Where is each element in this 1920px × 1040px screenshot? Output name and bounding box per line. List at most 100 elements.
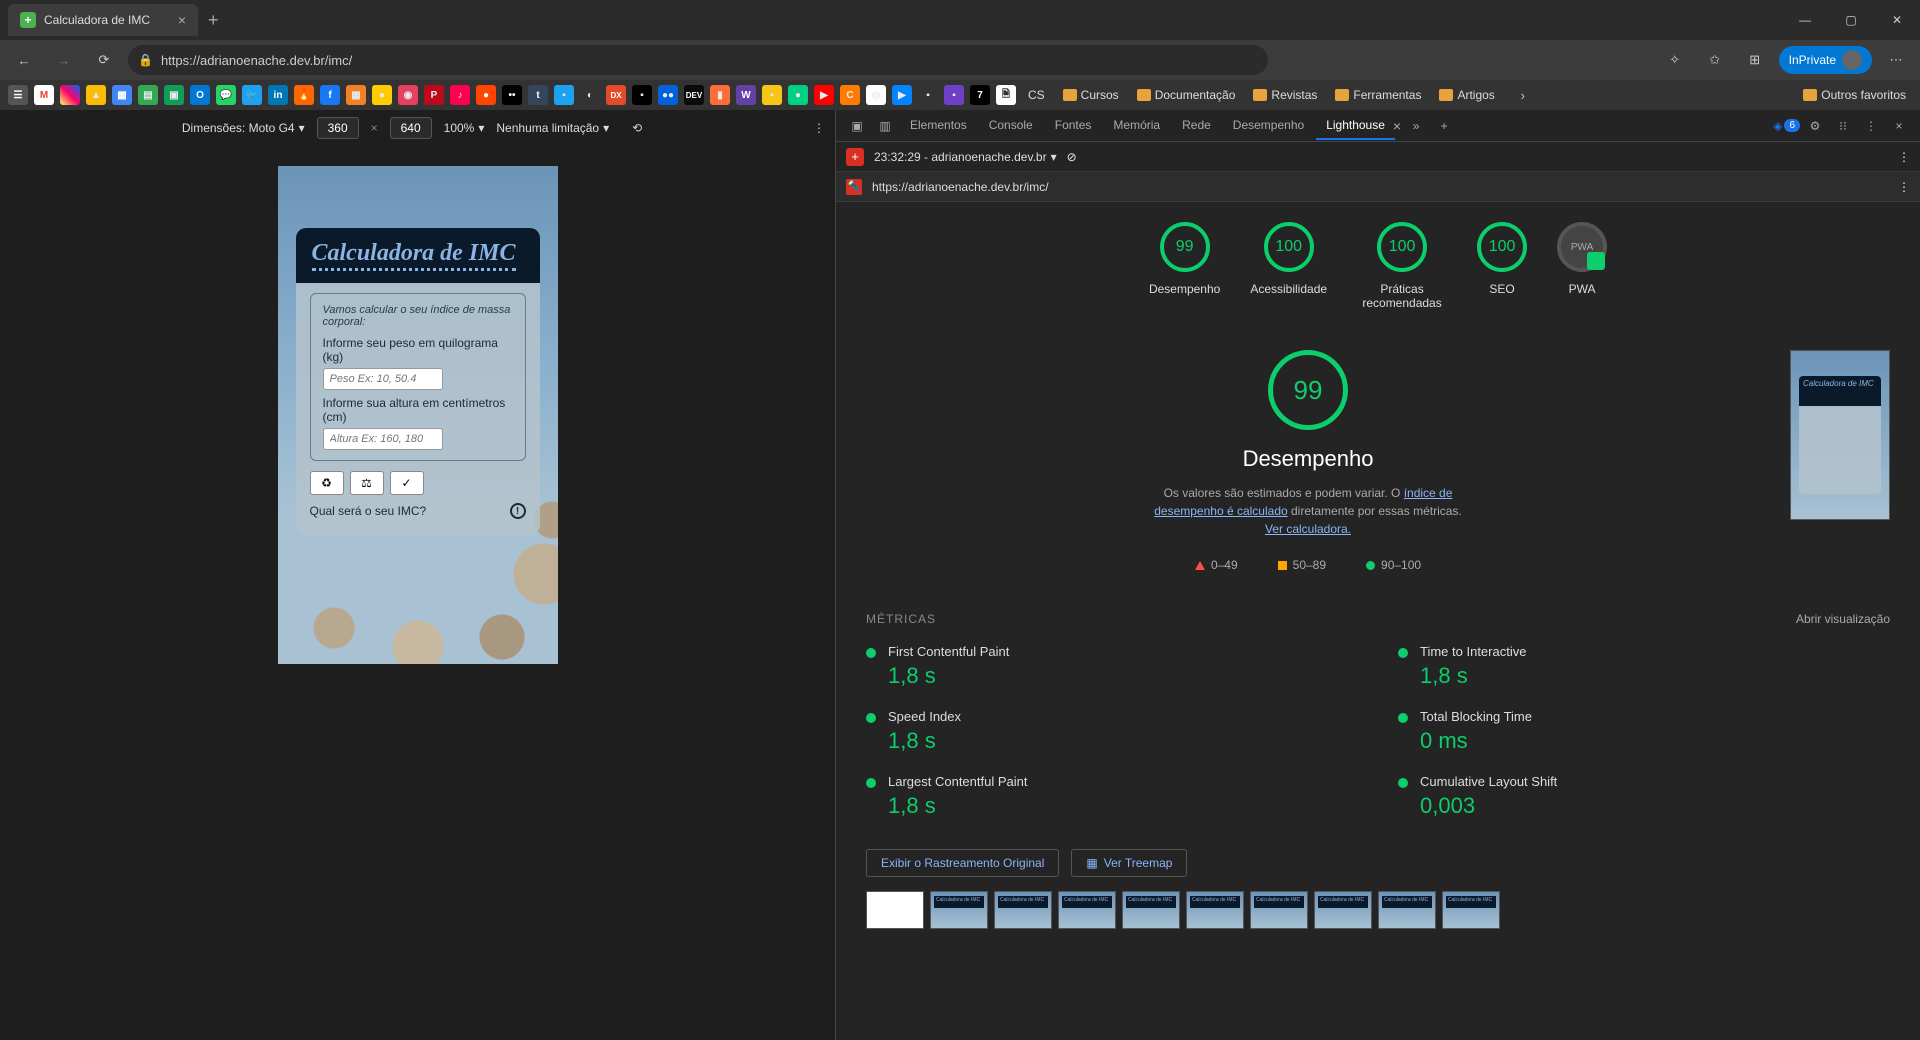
bookmark-icon[interactable]: ▶ [892, 85, 912, 105]
new-audit-button[interactable]: + [846, 148, 864, 166]
tab-fontes[interactable]: Fontes [1045, 112, 1102, 140]
bookmark-sheets-icon[interactable]: ▤ [138, 85, 158, 105]
tab-elementos[interactable]: Elementos [900, 112, 977, 140]
rotate-icon[interactable]: ⟲ [621, 112, 653, 144]
gauge-pwa[interactable]: PWA PWA [1557, 222, 1607, 310]
issues-badge[interactable]: ◈6 [1773, 119, 1800, 133]
height-input[interactable] [323, 428, 443, 450]
tab-close-icon[interactable]: × [178, 12, 186, 28]
inspect-element-icon[interactable]: ▣ [844, 113, 870, 139]
other-bookmarks-folder[interactable]: Outros favoritos [1797, 86, 1912, 104]
bookmark-reddit-icon[interactable]: ● [476, 85, 496, 105]
new-tab-icon[interactable]: + [1431, 113, 1457, 139]
bookmark-icon[interactable]: ♪ [450, 85, 470, 105]
filmstrip-frame[interactable]: Calculadora de IMC [1058, 891, 1116, 929]
tab-console[interactable]: Console [979, 112, 1043, 140]
tab-close-icon[interactable]: × [1393, 118, 1401, 134]
reset-button[interactable]: ♻ [310, 471, 344, 495]
bookmark-icon[interactable] [60, 85, 80, 105]
info-icon[interactable]: ! [510, 503, 526, 519]
lighthouse-menu-icon[interactable]: ⋮ [1898, 150, 1910, 164]
tab-memoria[interactable]: Memória [1103, 112, 1170, 140]
bookmark-icon[interactable]: ▪ [554, 85, 574, 105]
filmstrip-frame[interactable]: Calculadora de IMC [1442, 891, 1500, 929]
bookmark-folder[interactable]: Cursos [1057, 86, 1125, 104]
device-height-input[interactable] [390, 117, 432, 139]
bookmark-icon[interactable]: C [840, 85, 860, 105]
gauge-seo[interactable]: 100 SEO [1477, 222, 1527, 310]
bookmark-icon[interactable]: ▪ [632, 85, 652, 105]
more-tabs-icon[interactable]: » [1403, 113, 1429, 139]
bookmark-instagram-icon[interactable]: ◉ [398, 85, 418, 105]
bookmark-flickr-icon[interactable]: ●● [658, 85, 678, 105]
close-window-button[interactable]: ✕ [1874, 0, 1920, 40]
lighthouse-more-icon[interactable]: ⋮ [1898, 180, 1910, 194]
filmstrip-frame[interactable]: Calculadora de IMC [1378, 891, 1436, 929]
bookmark-folder[interactable]: Documentação [1131, 86, 1242, 104]
tab-lighthouse[interactable]: Lighthouse [1316, 112, 1395, 140]
submit-button[interactable]: ✓ [390, 471, 424, 495]
bookmark-dev-icon[interactable]: DEV [684, 85, 704, 105]
bookmark-folder[interactable]: Artigos [1433, 86, 1500, 104]
bookmark-github-icon[interactable]: ◐ [580, 85, 600, 105]
device-selector[interactable]: Dimensões: Moto G4 ▾ [182, 121, 305, 135]
bookmark-icon[interactable]: ▦ [346, 85, 366, 105]
bookmark-icon[interactable]: ▪ [944, 85, 964, 105]
tab-rede[interactable]: Rede [1172, 112, 1221, 140]
bookmark-icon[interactable]: •• [502, 85, 522, 105]
collections-icon[interactable]: ⊞ [1739, 44, 1771, 76]
bookmark-tumblr-icon[interactable]: t [528, 85, 548, 105]
bookmark-icon[interactable]: ● [372, 85, 392, 105]
bookmark-file-icon[interactable]: 🗎 [996, 85, 1016, 105]
settings-icon[interactable]: ⚙ [1802, 113, 1828, 139]
filmstrip-frame[interactable]: Calculadora de IMC [1122, 891, 1180, 929]
calculator-link[interactable]: Ver calculadora. [1265, 522, 1351, 536]
bookmark-pinterest-icon[interactable]: P [424, 85, 444, 105]
run-selector[interactable]: 23:32:29 - adrianoenache.dev.br ▾ [874, 150, 1057, 164]
address-bar[interactable]: 🔒 https://adrianoenache.dev.br/imc/ [128, 45, 1268, 75]
inprivate-badge[interactable]: InPrivate [1779, 46, 1872, 74]
bookmark-whatsapp-icon[interactable]: 💬 [216, 85, 236, 105]
filmstrip-frame[interactable]: Calculadora de IMC [994, 891, 1052, 929]
bookmark-folder[interactable]: Revistas [1247, 86, 1323, 104]
final-screenshot-thumb[interactable]: Calculadora de IMC [1790, 350, 1890, 520]
devtools-menu-icon[interactable]: ⋮ [1858, 113, 1884, 139]
zoom-selector[interactable]: 100% ▾ [444, 121, 485, 135]
device-width-input[interactable] [317, 117, 359, 139]
bookmark-linkedin-icon[interactable]: in [268, 85, 288, 105]
tab-desempenho[interactable]: Desempenho [1223, 112, 1314, 140]
bookmark-youtube-icon[interactable]: ▶ [814, 85, 834, 105]
balance-button[interactable]: ⚖ [350, 471, 384, 495]
filmstrip-frame[interactable]: Calculadora de IMC [930, 891, 988, 929]
toggle-device-icon[interactable]: ▥ [872, 113, 898, 139]
bookmark-twitter-icon[interactable]: 🐦 [242, 85, 262, 105]
bookmark-folder[interactable]: CS [1022, 86, 1051, 104]
filmstrip-frame[interactable]: Calculadora de IMC [1186, 891, 1244, 929]
bookmark-icon[interactable]: ◎ [866, 85, 886, 105]
gauge-praticas[interactable]: 100 Práticas recomendadas [1357, 222, 1447, 310]
reload-button[interactable]: ⟳ [88, 44, 120, 76]
new-tab-button[interactable]: + [198, 10, 229, 31]
bookmark-icon[interactable]: 7 [970, 85, 990, 105]
back-button[interactable]: ← [8, 44, 40, 76]
bookmark-icon[interactable]: ● [788, 85, 808, 105]
bookmarks-overflow-chevron[interactable]: › [1507, 79, 1539, 111]
minimize-button[interactable]: — [1782, 0, 1828, 40]
gauge-acessibilidade[interactable]: 100 Acessibilidade [1250, 222, 1327, 310]
expand-metrics-link[interactable]: Abrir visualização [1796, 612, 1890, 626]
filmstrip-frame[interactable] [866, 891, 924, 929]
device-menu-button[interactable]: ⋮ [813, 121, 825, 135]
bookmark-icon[interactable]: ▣ [164, 85, 184, 105]
bookmark-docs-icon[interactable]: ▦ [112, 85, 132, 105]
show-trace-button[interactable]: Exibir o Rastreamento Original [866, 849, 1059, 877]
emulated-viewport[interactable]: Calculadora de IMC Vamos calcular o seu … [278, 166, 558, 664]
forward-button[interactable]: → [48, 44, 80, 76]
browser-tab[interactable]: + Calculadora de IMC × [8, 4, 198, 36]
gauge-desempenho[interactable]: 99 Desempenho [1149, 222, 1220, 310]
weight-input[interactable] [323, 368, 443, 390]
clear-icon[interactable]: ⊘ [1067, 150, 1077, 164]
throttle-selector[interactable]: Nenhuma limitação ▾ [496, 121, 609, 135]
favorites-icon[interactable]: ✩ [1699, 44, 1731, 76]
bookmark-extension-icon[interactable]: ☰ [8, 85, 28, 105]
filmstrip-frame[interactable]: Calculadora de IMC [1250, 891, 1308, 929]
